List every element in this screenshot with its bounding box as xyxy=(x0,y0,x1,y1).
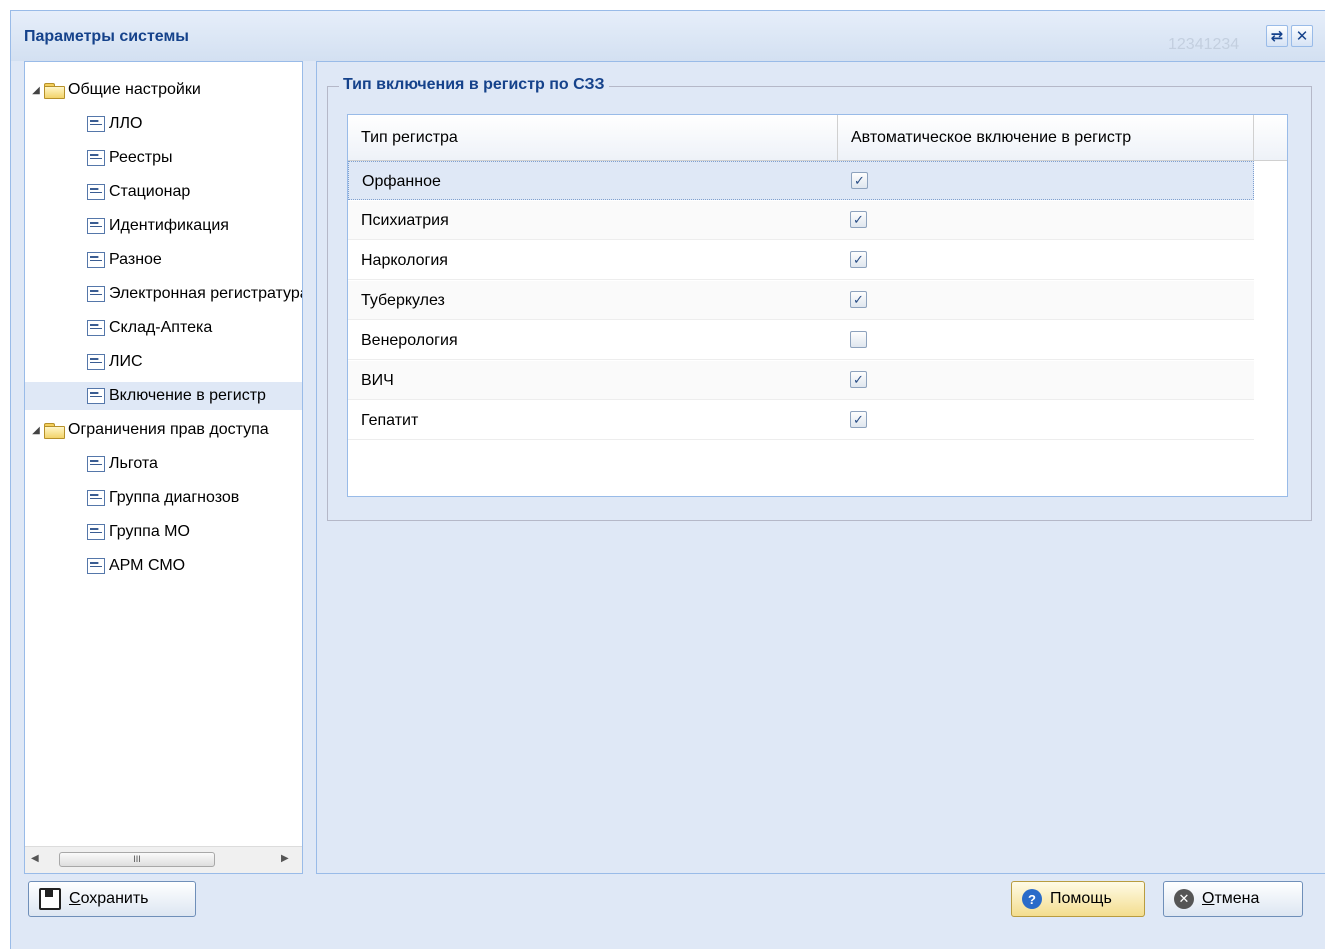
tree-node-label: Стационар xyxy=(109,183,191,200)
tree-leaf-node[interactable]: Склад-Аптека xyxy=(87,314,212,342)
register-type-cell: Орфанное xyxy=(362,173,441,190)
tree-node-label: Группа диагнозов xyxy=(109,489,240,506)
tree-node-label: Ограничения прав доступа xyxy=(68,421,269,438)
column-header-auto-inclusion[interactable]: Автоматическое включение в регистр xyxy=(838,115,1254,160)
tree-node-label: Льгота xyxy=(109,455,158,472)
settings-page-icon xyxy=(87,320,105,336)
floppy-disk-icon xyxy=(39,888,61,910)
settings-content-panel: Тип включения в регистр по СЗЗ Тип регис… xyxy=(316,61,1325,874)
expand-arrow-icon[interactable]: ◢ xyxy=(29,425,43,436)
help-button[interactable]: ? Помощь xyxy=(1011,881,1145,917)
register-type-cell: Гепатит xyxy=(361,412,419,429)
tree-folder-node[interactable]: ◢ Общие настройки xyxy=(29,76,201,104)
settings-page-icon xyxy=(87,184,105,200)
table-row[interactable]: Гепатит ✓ xyxy=(348,401,1254,440)
tree-leaf-node[interactable]: ЛЛО xyxy=(87,110,142,138)
register-type-cell: ВИЧ xyxy=(361,372,394,389)
tree-leaf-node[interactable]: Включение в регистр xyxy=(25,382,302,410)
help-icon: ? xyxy=(1022,889,1042,909)
tree-leaf-node[interactable]: Реестры xyxy=(87,144,173,172)
scrollbar-thumb[interactable]: III xyxy=(59,852,215,867)
tree-node-label: Склад-Аптека xyxy=(109,319,213,336)
cancel-button-label: Отмена xyxy=(1202,890,1260,907)
settings-page-icon xyxy=(87,354,105,370)
auto-inclusion-checkbox[interactable] xyxy=(850,331,867,348)
tree-node-label: Идентификация xyxy=(109,217,229,234)
cancel-icon: ✕ xyxy=(1174,889,1194,909)
settings-page-icon xyxy=(87,558,105,574)
auto-inclusion-checkbox[interactable]: ✓ xyxy=(851,172,868,189)
tree-folder-node[interactable]: ◢ Ограничения прав доступа xyxy=(29,416,269,444)
settings-page-icon xyxy=(87,388,105,404)
table-row[interactable]: Наркология ✓ xyxy=(348,241,1254,280)
fieldset-legend: Тип включения в регистр по СЗЗ xyxy=(339,76,609,94)
window-titlebar[interactable]: Параметры системы 12341234 ⇄ ✕ xyxy=(11,11,1325,61)
column-header-register-type[interactable]: Тип регистра xyxy=(348,115,838,160)
tree-leaf-node[interactable]: Группа МО xyxy=(87,518,190,546)
settings-page-icon xyxy=(87,456,105,472)
tree-node-label: Группа МО xyxy=(109,523,190,540)
close-icon: ✕ xyxy=(1295,28,1309,45)
tree-node-label: Реестры xyxy=(109,149,173,166)
refresh-tool-button[interactable]: ⇄ xyxy=(1266,25,1288,47)
register-type-cell: Туберкулез xyxy=(361,292,445,309)
settings-page-icon xyxy=(87,252,105,268)
tree-leaf-node[interactable]: ЛИС xyxy=(87,348,143,376)
expand-arrow-icon[interactable]: ◢ xyxy=(29,85,43,96)
tree-node-label: Включение в регистр xyxy=(109,387,266,404)
tree-leaf-node[interactable]: АРМ СМО xyxy=(87,552,185,580)
tree-leaf-node[interactable]: Стационар xyxy=(87,178,190,206)
auto-inclusion-checkbox[interactable]: ✓ xyxy=(850,211,867,228)
tree-node-label: ЛЛО xyxy=(109,115,143,132)
table-row[interactable]: Психиатрия ✓ xyxy=(348,201,1254,240)
save-button[interactable]: Сохранить xyxy=(28,881,196,917)
register-type-cell: Психиатрия xyxy=(361,212,449,229)
tree-leaf-node[interactable]: Электронная регистратура xyxy=(87,280,303,308)
scroll-right-icon[interactable]: ▶ xyxy=(281,853,289,864)
tree-node-label: Электронная регистратура xyxy=(109,285,303,302)
auto-inclusion-checkbox[interactable]: ✓ xyxy=(850,371,867,388)
settings-page-icon xyxy=(87,524,105,540)
tree-node-label: АРМ СМО xyxy=(109,557,186,574)
register-type-cell: Венерология xyxy=(361,332,458,349)
tree-horizontal-scrollbar[interactable]: ◀ III ▶ xyxy=(25,846,302,873)
refresh-icon: ⇄ xyxy=(1270,28,1284,45)
tree-node-label: Разное xyxy=(109,251,162,268)
background-ghost-text: 12341234 xyxy=(1168,36,1240,53)
tree-leaf-node[interactable]: Идентификация xyxy=(87,212,229,240)
settings-page-icon xyxy=(87,490,105,506)
system-parameters-window: Параметры системы 12341234 ⇄ ✕ ◢ Общие на… xyxy=(10,10,1325,949)
register-type-cell: Наркология xyxy=(361,252,448,269)
help-button-label: Помощь xyxy=(1050,890,1112,907)
tree-leaf-node[interactable]: Группа диагнозов xyxy=(87,484,239,512)
folder-icon xyxy=(43,422,65,439)
settings-tree: ◢ Общие настройки ЛЛО Реестры Стационар Идент… xyxy=(24,61,303,874)
grid-header: Тип регистра Автоматическое включение в … xyxy=(348,115,1287,161)
table-row[interactable]: Туберкулез ✓ xyxy=(348,281,1254,320)
tree-node-label: Общие настройки xyxy=(68,81,201,98)
settings-page-icon xyxy=(87,150,105,166)
tree-node-label: ЛИС xyxy=(109,353,143,370)
auto-inclusion-checkbox[interactable]: ✓ xyxy=(850,291,867,308)
tree-leaf-node[interactable]: Разное xyxy=(87,246,162,274)
tree-leaf-node[interactable]: Льгота xyxy=(87,450,158,478)
table-row[interactable]: ВИЧ ✓ xyxy=(348,361,1254,400)
window-title: Параметры системы xyxy=(24,28,189,45)
scroll-left-icon[interactable]: ◀ xyxy=(31,853,39,864)
auto-inclusion-checkbox[interactable]: ✓ xyxy=(850,251,867,268)
cancel-button[interactable]: ✕ Отмена xyxy=(1163,881,1303,917)
close-tool-button[interactable]: ✕ xyxy=(1291,25,1313,47)
folder-icon xyxy=(43,82,65,99)
settings-page-icon xyxy=(87,116,105,132)
save-button-label: Сохранить xyxy=(69,890,149,907)
settings-page-icon xyxy=(87,218,105,234)
table-row[interactable]: Венерология xyxy=(348,321,1254,360)
auto-inclusion-checkbox[interactable]: ✓ xyxy=(850,411,867,428)
table-row[interactable]: Орфанное ✓ xyxy=(348,161,1254,200)
register-grid: Тип регистра Автоматическое включение в … xyxy=(347,114,1288,497)
settings-page-icon xyxy=(87,286,105,302)
